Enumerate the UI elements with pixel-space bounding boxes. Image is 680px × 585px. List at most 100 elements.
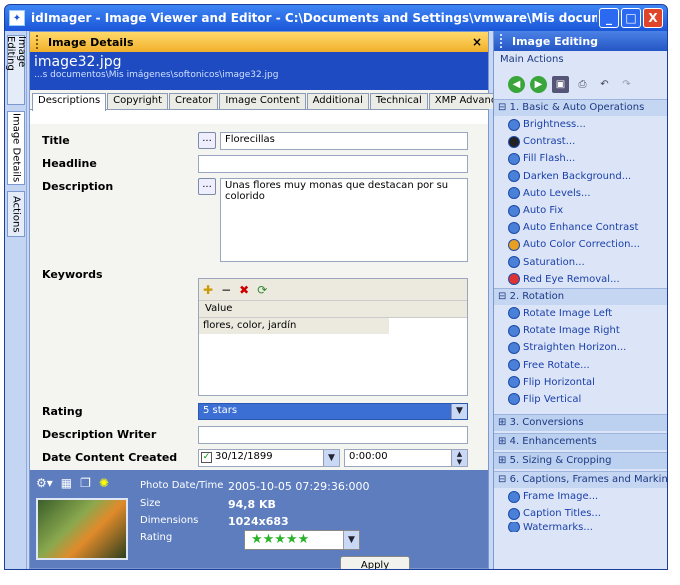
tab-copyright[interactable]: Copyright	[107, 93, 169, 109]
maximize-button[interactable]: □	[621, 8, 641, 28]
expand-icon[interactable]: ⊞	[498, 417, 506, 428]
time-field[interactable]: 0:00:00 ▲ ▼	[344, 449, 468, 467]
straighten-icon	[508, 341, 520, 354]
delete-icon[interactable]: ✖	[239, 283, 249, 297]
chevron-down-icon[interactable]: ▼	[451, 404, 467, 419]
close-panel-icon[interactable]: ×	[472, 35, 482, 49]
tab-additional[interactable]: Additional	[306, 93, 369, 109]
action-free-rotate[interactable]: Free Rotate...	[494, 356, 667, 373]
forward-icon[interactable]: ▶	[530, 75, 547, 93]
group-rotation[interactable]: ⊟ 2. Rotation	[494, 287, 667, 305]
minus-icon[interactable]: −	[221, 283, 231, 297]
rating-dropdown-icon[interactable]: ▼	[343, 531, 359, 549]
action-flip-vertical[interactable]: Flip Vertical	[494, 391, 667, 408]
action-flip-horizontal[interactable]: Flip Horizontal	[494, 374, 667, 391]
group-label: 4. Enhancements	[509, 436, 597, 447]
group-basic-auto[interactable]: ⊟ 1. Basic & Auto Operations	[494, 99, 667, 116]
action-frame-image[interactable]: Frame Image...	[494, 488, 667, 505]
action-label: Contrast...	[523, 136, 576, 148]
brightness-icon	[508, 118, 520, 131]
copy-icon[interactable]: ❐	[80, 476, 91, 490]
redo-icon[interactable]: ↷	[618, 76, 635, 93]
editing-header-title: Image Editing	[512, 34, 599, 48]
description-field[interactable]: Unas flores muy monas que destacan por s…	[220, 178, 468, 262]
save-icon[interactable]: ▣	[552, 75, 569, 93]
action-label: Flip Vertical	[523, 393, 582, 405]
side-tab-image-details[interactable]: Image Details	[7, 111, 25, 185]
apply-button[interactable]: Apply	[340, 556, 410, 569]
photo-date-value: 2005-10-05 07:29:36:000	[228, 480, 370, 493]
rating-label: Rating	[42, 405, 83, 418]
refresh-icon[interactable]: ⟳	[257, 283, 267, 297]
title-ellipsis-button[interactable]: ...	[198, 132, 216, 149]
tab-creator[interactable]: Creator	[169, 93, 219, 109]
action-label: Auto Levels...	[523, 187, 591, 199]
action-label: Rotate Image Left	[523, 307, 613, 319]
action-label: Frame Image...	[523, 491, 599, 503]
side-tab-image-editing[interactable]: Image Editing	[5, 35, 27, 105]
image-details-panel: Image Details × image32.jpg ...s documen…	[29, 31, 515, 569]
watermark-icon	[508, 522, 520, 533]
action-straighten-horizon[interactable]: Straighten Horizon...	[494, 339, 667, 356]
action-label: Free Rotate...	[523, 359, 590, 371]
title-bar: ✦ idImager - Image Viewer and Editor - C…	[5, 5, 667, 31]
date-label: Date Content Created	[42, 451, 178, 464]
keywords-toolbar: ✚ − ✖ ⟳	[199, 279, 467, 301]
expand-icon[interactable]: ⊞	[498, 455, 506, 466]
view-icon[interactable]: ▦	[61, 476, 72, 490]
collapse-icon[interactable]: ⊟	[498, 102, 506, 113]
action-brightness[interactable]: Brightness...	[494, 116, 667, 133]
group-sizing-cropping[interactable]: ⊞ 5. Sizing & Cropping	[494, 452, 667, 469]
rotate-right-icon	[508, 324, 520, 337]
back-icon[interactable]: ◀	[508, 75, 525, 93]
tab-technical[interactable]: Technical	[369, 93, 428, 109]
tools-icon[interactable]: ⚙▾	[36, 476, 53, 490]
action-darken-background[interactable]: Darken Background...	[494, 168, 667, 185]
action-label: Brightness...	[523, 119, 586, 131]
group-enhancements[interactable]: ⊞ 4. Enhancements	[494, 433, 667, 450]
action-rotate-right[interactable]: Rotate Image Right	[494, 322, 667, 339]
collapse-icon[interactable]: ⊟	[498, 291, 506, 302]
minimize-button[interactable]: _	[599, 8, 619, 28]
action-red-eye-removal[interactable]: Red Eye Removal...	[494, 271, 667, 288]
action-fill-flash[interactable]: Fill Flash...	[494, 150, 667, 167]
action-auto-color-correction[interactable]: Auto Color Correction...	[494, 236, 667, 253]
date-checkbox[interactable]: ✓	[201, 452, 212, 463]
tab-image-content[interactable]: Image Content	[219, 93, 306, 109]
calendar-dropdown-icon[interactable]: ▼	[323, 450, 339, 466]
action-label: Flip Horizontal	[523, 376, 595, 388]
action-caption-titles[interactable]: Caption Titles...	[494, 505, 667, 522]
description-ellipsis-button[interactable]: ...	[198, 178, 216, 195]
group-captions-frames[interactable]: ⊟ 6. Captions, Frames and Marking	[494, 471, 667, 488]
action-rotate-left[interactable]: Rotate Image Left	[494, 305, 667, 322]
action-label: Straighten Horizon...	[523, 342, 627, 354]
image-thumbnail[interactable]	[36, 498, 128, 560]
collapse-icon[interactable]: ⊟	[498, 474, 506, 485]
time-spinner-icon[interactable]: ▲ ▼	[451, 450, 467, 466]
add-keyword-icon[interactable]: ✚	[203, 283, 213, 297]
action-auto-enhance-contrast[interactable]: Auto Enhance Contrast	[494, 219, 667, 236]
action-auto-levels[interactable]: Auto Levels...	[494, 185, 667, 202]
headline-field[interactable]	[198, 155, 468, 173]
rating-stars[interactable]: ★★★★★ ▼	[244, 530, 360, 550]
print-icon[interactable]: ⎙	[574, 76, 591, 93]
rating-select[interactable]: 5 stars ▼	[198, 403, 468, 420]
grip-icon	[36, 35, 42, 49]
close-button[interactable]: X	[643, 8, 663, 28]
sun-icon[interactable]: ✺	[99, 476, 109, 490]
title-field[interactable]: Florecillas	[220, 132, 468, 150]
action-contrast[interactable]: Contrast...	[494, 133, 667, 150]
action-saturation[interactable]: Saturation...	[494, 254, 667, 271]
keyword-row[interactable]: flores, color, jardín	[199, 318, 389, 334]
action-watermarks[interactable]: Watermarks...	[494, 522, 667, 533]
undo-icon[interactable]: ↶	[596, 76, 613, 93]
writer-field[interactable]	[198, 426, 468, 444]
group-label: 5. Sizing & Cropping	[509, 455, 612, 466]
date-picker[interactable]: ✓ 30/12/1899 ▼	[198, 449, 340, 467]
file-path: ...s documentos\Mis imágenes\softonicos\…	[34, 70, 279, 80]
group-conversions[interactable]: ⊞ 3. Conversions	[494, 414, 667, 431]
expand-icon[interactable]: ⊞	[498, 436, 506, 447]
action-auto-fix[interactable]: Auto Fix	[494, 202, 667, 219]
tab-descriptions[interactable]: Descriptions	[32, 93, 107, 111]
side-tab-actions[interactable]: Actions	[7, 191, 25, 237]
